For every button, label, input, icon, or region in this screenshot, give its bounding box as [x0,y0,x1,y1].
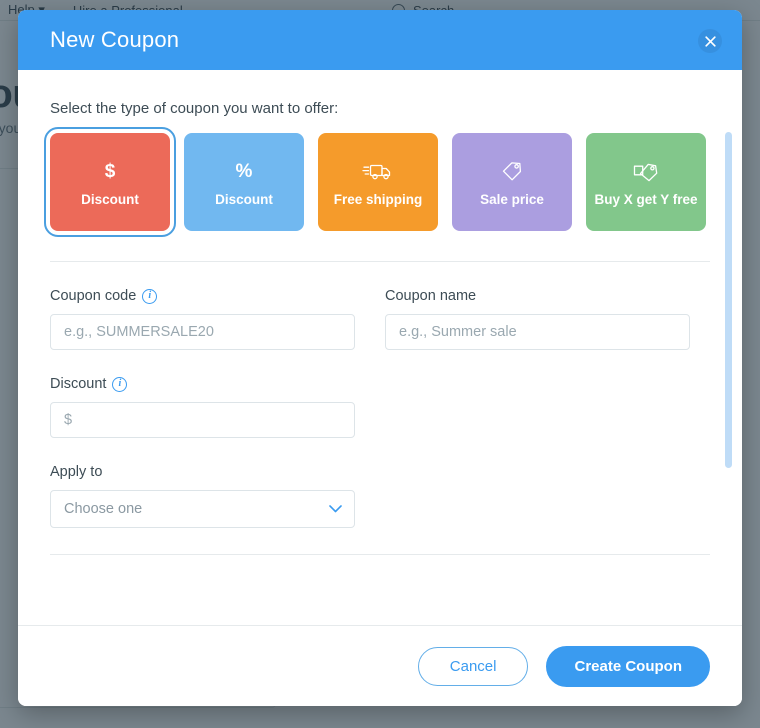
coupon-type-free-shipping[interactable]: Free shipping [318,133,438,231]
apply-to-selected-value: Choose one [64,501,143,517]
info-icon[interactable]: i [142,288,158,304]
field-apply-to: Apply to Choose one [50,464,355,528]
apply-to-select-wrap: Choose one [50,490,355,528]
form-row-discount: Discount i [50,376,710,438]
discount-label: Discount i [50,376,355,392]
coupon-type-buy-x-get-y-free[interactable]: Buy X get Y free [586,133,706,231]
coupon-type-label: Free shipping [333,192,423,208]
modal-header: New Coupon [18,10,742,70]
coupon-type-percent-discount[interactable]: % Discount [184,133,304,231]
truck-icon [362,156,394,186]
new-coupon-modal: New Coupon Select the type of coupon you… [18,10,742,706]
coupon-code-input[interactable] [50,314,355,350]
coupon-form: Coupon code i Coupon name Discount [50,262,710,555]
form-row-apply-to: Apply to Choose one [50,464,710,528]
modal-scrollbar-thumb[interactable] [725,132,732,468]
coupon-type-prompt: Select the type of coupon you want to of… [50,100,339,117]
dollar-icon: $ [104,160,116,182]
coupon-type-label: Sale price [480,192,544,208]
info-icon[interactable]: i [112,376,128,392]
create-coupon-button[interactable]: Create Coupon [546,645,710,687]
field-coupon-code: Coupon code i [50,288,355,350]
form-row-code-name: Coupon code i Coupon name [50,288,710,350]
coupon-name-input[interactable] [385,314,690,350]
modal-title: New Coupon [50,27,180,52]
coupon-type-label: Discount [215,192,273,208]
coupon-type-label: Discount [81,192,139,208]
coupon-code-label: Coupon code i [50,288,355,304]
form-bottom-divider [50,554,710,555]
cancel-button[interactable]: Cancel [417,646,529,686]
coupon-type-sale-price[interactable]: Sale price [452,133,572,231]
discount-input[interactable] [50,402,355,438]
apply-to-label: Apply to [50,464,103,480]
percent-icon: % [235,160,253,182]
tags-icon [631,156,661,186]
modal-body: Select the type of coupon you want to of… [18,70,742,625]
modal-footer: Cancel Create Coupon [18,625,742,706]
field-coupon-name: Coupon name [385,288,690,350]
apply-to-select[interactable]: Choose one [50,490,355,528]
close-icon[interactable] [698,29,722,53]
coupon-type-label: Buy X get Y free [594,192,698,208]
field-discount: Discount i [50,376,355,438]
coupon-name-label: Coupon name [385,288,477,304]
coupon-type-amount-discount[interactable]: $ Discount [44,127,176,237]
coupon-type-cards: $ Discount % Discount Free shipping Sale… [44,127,710,237]
tag-icon [499,156,525,186]
close-glyph [704,35,716,47]
